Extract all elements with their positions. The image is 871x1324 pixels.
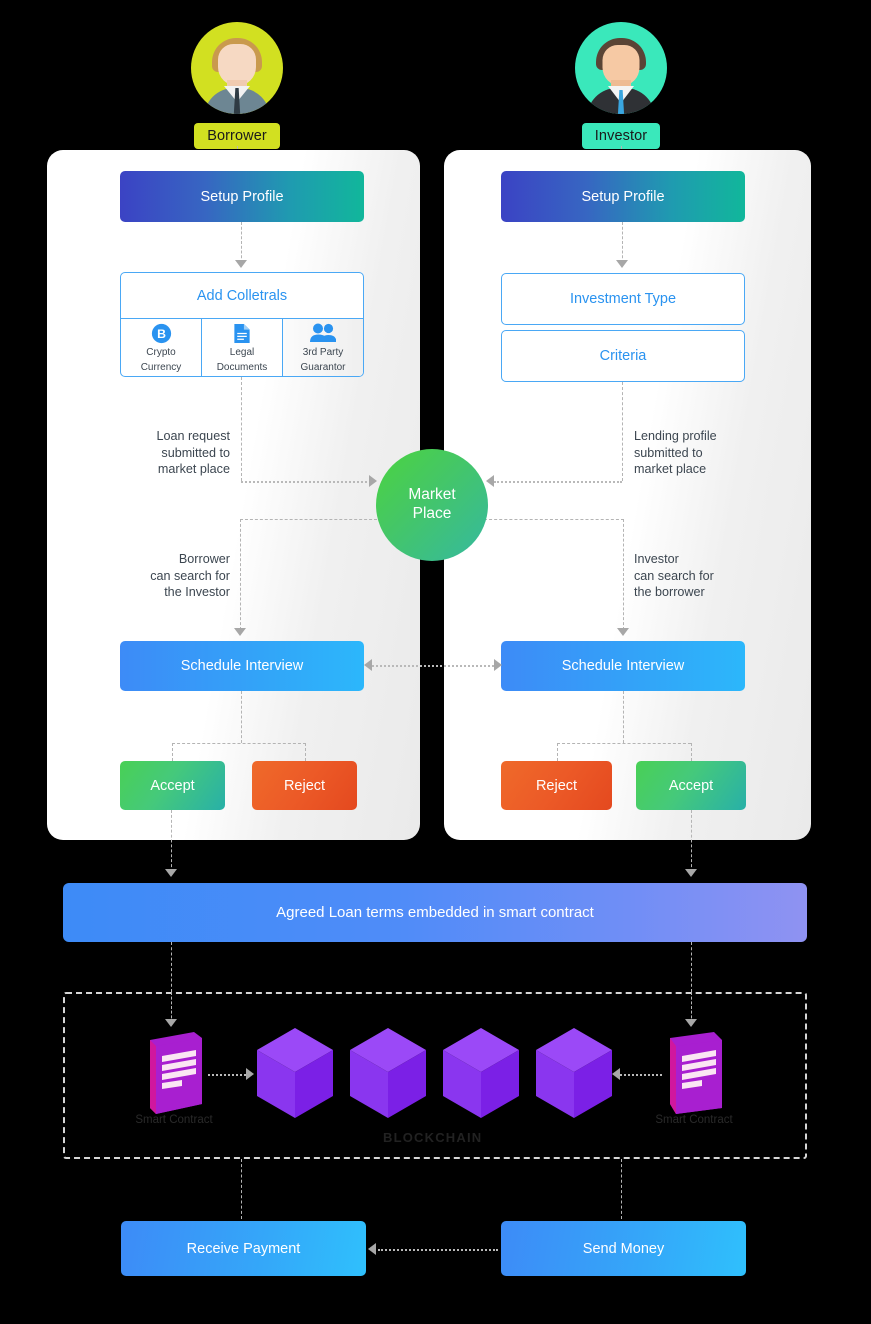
connector-split-bar-investor [557,743,691,744]
collateral-crypto-line1: Crypto [146,346,176,358]
investor-search-caption: Investor can search for the borrower [634,552,714,600]
borrower-search-caption: Borrower can search for the Investor [150,552,230,600]
smart-contract-banner[interactable]: Agreed Loan terms embedded in smart cont… [63,883,807,942]
investor-reject-button[interactable]: Reject [501,761,612,810]
connector-borrower-accept-to-banner [171,810,172,872]
connector-to-reject-borrower [305,743,306,761]
arrow-right-chain-left [246,1068,254,1080]
borrower-actor: Borrower [157,22,317,149]
connector-profile-to-collaterals [241,222,242,263]
connector-schedule-interviews [372,665,498,667]
collateral-guarantor-line2: Guarantor [300,361,346,373]
arrow-down-smart-contract-left [165,1019,177,1027]
connector-chain-to-send [621,1159,622,1219]
connector-chain-to-receive [241,1159,242,1219]
connector-to-accept-investor [691,743,692,761]
investor-accept-button[interactable]: Accept [636,761,746,810]
people-icon [310,323,336,344]
investor-schedule-interview-box[interactable]: Schedule Interview [501,641,745,691]
arrow-down-smart-contract-right [685,1019,697,1027]
bitcoin-icon: B [151,323,172,344]
arrow-left-schedule [364,659,372,671]
arrow-right-schedule [494,659,502,671]
connector-banner-to-chain-right [691,942,692,992]
connector-to-accept-borrower [172,743,173,761]
document-icon [233,323,251,344]
connector-collaterals-down [241,377,242,481]
connector-banner-to-chain-left [171,942,172,992]
connector-contract-to-chain-right [620,1074,662,1076]
add-collaterals-title: Add Colletrals [121,273,363,319]
connector-investor-to-market [494,481,622,483]
investor-actor: Investor [541,22,701,149]
send-money-box[interactable]: Send Money [501,1221,746,1276]
investment-type-label: Investment Type [569,291,677,307]
criteria-box[interactable]: Criteria [501,330,745,382]
market-place-line1: Market [408,486,456,504]
borrower-submit-caption: Loan request submitted to market place [156,429,230,477]
diagram-canvas: Borrower Investor Setup Profile Add Coll… [0,0,871,1324]
connector-send-to-receive [378,1249,498,1251]
collateral-crypto-line2: Currency [140,361,182,373]
investor-setup-profile-box[interactable]: Setup Profile [501,171,745,222]
collateral-3rd-party-guarantor[interactable]: 3rd Party Guarantor [283,319,363,376]
connector-criteria-down [622,382,623,481]
connector-schedule-split-borrower [241,691,242,743]
investor-submit-caption: Lending profile submitted to market plac… [634,429,717,477]
market-place-line2: Place [412,505,452,522]
borrower-panel [47,150,420,840]
collateral-legal-line1: Legal [229,346,255,358]
arrow-down-banner-right [685,869,697,877]
connector-investor-accept-to-banner [691,810,692,872]
connector-profile-to-investment-type [622,222,623,263]
borrower-reject-button[interactable]: Reject [252,761,357,810]
investor-avatar-icon [575,22,667,114]
arrow-right-market [369,475,377,487]
market-place-node[interactable]: Market Place [376,449,488,561]
collateral-crypto-currency[interactable]: B Crypto Currency [121,319,202,376]
smart-contract-label-right: Smart Contract [655,1114,733,1126]
smart-contract-doc-right-icon [664,1032,726,1119]
arrow-left-market [486,475,494,487]
connector-to-reject-investor [557,743,558,761]
investment-type-box[interactable]: Investment Type [501,273,745,325]
arrow-down-investment-type [616,260,628,268]
connector-schedule-split-investor [623,691,624,743]
blockchain-block-2 [348,1026,428,1125]
arrow-left-chain-right [612,1068,620,1080]
collateral-guarantor-line1: 3rd Party [302,346,344,358]
svg-text:B: B [157,327,166,341]
blockchain-block-4 [534,1026,614,1125]
connector-down-investor-schedule [623,519,624,630]
arrow-down-investor-schedule [617,628,629,636]
connector-down-borrower-schedule [240,519,241,630]
collateral-legal-documents[interactable]: Legal Documents [202,319,283,376]
blockchain-block-3 [441,1026,521,1125]
connector-split-bar-borrower [172,743,306,744]
arrow-down-borrower-schedule [234,628,246,636]
connector-market-to-borrower [240,519,382,520]
arrow-left-receive-payment [368,1243,376,1255]
arrow-down-banner-left [165,869,177,877]
connector-market-to-investor [484,519,624,520]
smart-contract-doc-left-icon [144,1032,206,1119]
investor-panel [444,150,811,840]
blockchain-block-1 [255,1026,335,1125]
add-collaterals-box[interactable]: Add Colletrals B Crypto Currency Legal D… [120,272,364,377]
connector-contract-to-chain-left [208,1074,250,1076]
criteria-label: Criteria [599,348,647,364]
borrower-schedule-interview-box[interactable]: Schedule Interview [120,641,364,691]
borrower-accept-button[interactable]: Accept [120,761,225,810]
blockchain-label: BLOCKCHAIN [383,1130,483,1145]
borrower-avatar-icon [191,22,283,114]
borrower-setup-profile-box[interactable]: Setup Profile [120,171,364,222]
receive-payment-box[interactable]: Receive Payment [121,1221,366,1276]
smart-contract-label-left: Smart Contract [135,1114,213,1126]
collateral-legal-line2: Documents [216,361,268,373]
connector-borrower-to-market [241,481,371,483]
arrow-down-collaterals [235,260,247,268]
